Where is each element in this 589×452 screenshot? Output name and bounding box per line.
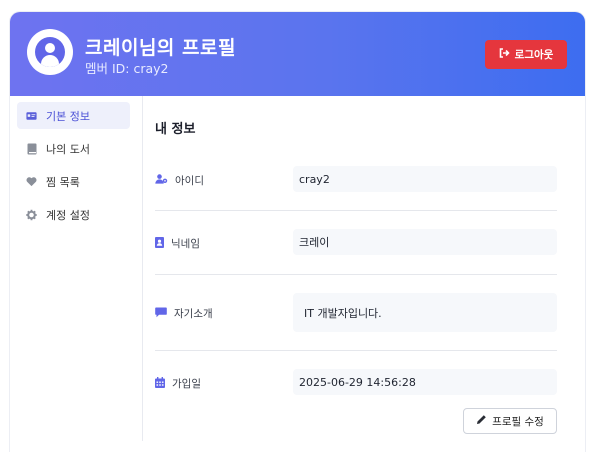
edit-profile-label: 프로필 수정 (492, 415, 544, 428)
heart-icon (26, 176, 37, 187)
pencil-icon (476, 414, 487, 428)
divider (155, 210, 557, 211)
gear-icon (26, 209, 37, 220)
sidebar-item-basic-info[interactable]: 기본 정보 (17, 102, 130, 129)
calendar-icon (155, 376, 165, 391)
sidebar-item-label: 찜 목록 (46, 175, 80, 189)
field-value-join-date: 2025-06-29 14:56:28 (293, 369, 557, 395)
sidebar-item-label: 기본 정보 (46, 109, 90, 123)
divider (155, 350, 557, 351)
field-value-bio: IT 개발자입니다. (293, 293, 557, 332)
sidebar-item-label: 계정 설정 (46, 208, 90, 222)
field-value-id: cray2 (293, 166, 557, 192)
divider (155, 274, 557, 275)
user-cog-icon (155, 174, 168, 187)
avatar (27, 29, 73, 75)
logout-button[interactable]: 로그아웃 (485, 40, 567, 69)
profile-header: 크레이님의 프로필 멤버 ID: cray2 로그아웃 (10, 12, 585, 96)
contact-card-icon (155, 236, 164, 251)
comment-icon (155, 307, 167, 321)
user-avatar-icon (35, 37, 65, 67)
member-id: 멤버 ID: cray2 (85, 61, 169, 76)
logout-label: 로그아웃 (514, 49, 554, 61)
field-label-join-date: 가입일 (155, 376, 201, 391)
sign-out-icon (499, 48, 510, 61)
sidebar: 기본 정보 나의 도서 찜 목록 계정 설정 (17, 102, 130, 234)
book-icon (26, 143, 37, 154)
field-label-nickname: 닉네임 (155, 236, 200, 251)
edit-profile-button[interactable]: 프로필 수정 (463, 408, 557, 434)
id-card-icon (26, 110, 37, 121)
sidebar-item-my-books[interactable]: 나의 도서 (17, 135, 130, 162)
field-label-bio: 자기소개 (155, 306, 213, 321)
sidebar-item-account-settings[interactable]: 계정 설정 (17, 201, 130, 228)
field-label-id: 아이디 (155, 173, 204, 188)
field-value-nickname: 크레이 (293, 229, 557, 255)
sidebar-item-label: 나의 도서 (46, 142, 90, 156)
page-title: 크레이님의 프로필 (85, 37, 236, 59)
sidebar-item-wishlist[interactable]: 찜 목록 (17, 168, 130, 195)
sidebar-divider (142, 96, 143, 441)
section-title: 내 정보 (155, 122, 196, 137)
